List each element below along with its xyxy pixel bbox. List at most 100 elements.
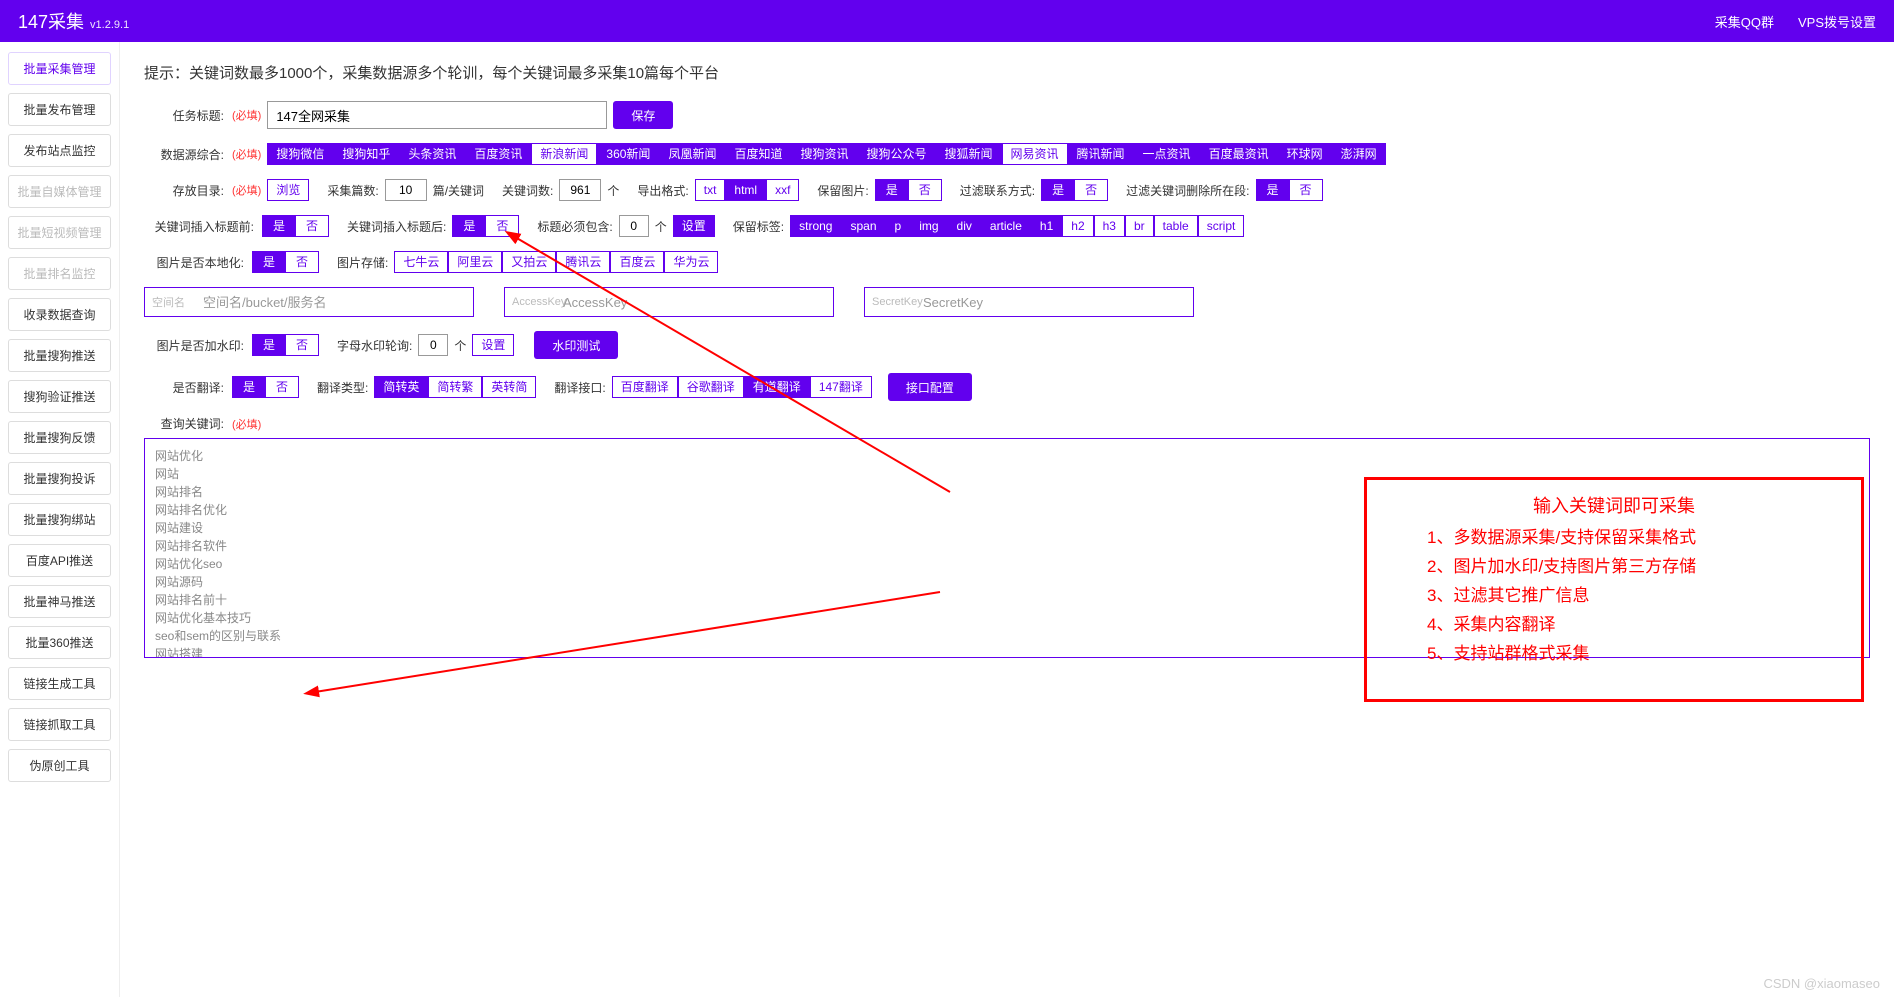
source-tag-腾讯新闻[interactable]: 腾讯新闻 <box>1068 143 1134 165</box>
source-tag-百度知道[interactable]: 百度知道 <box>725 143 791 165</box>
sidebar-item-7[interactable]: 批量搜狗推送 <box>8 339 111 372</box>
source-tag-头条资讯[interactable]: 头条资讯 <box>399 143 465 165</box>
save-button[interactable]: 保存 <box>613 101 673 129</box>
storage-tag-阿里云[interactable]: 阿里云 <box>448 251 502 273</box>
source-tag-搜狗知乎[interactable]: 搜狗知乎 <box>333 143 399 165</box>
source-tag-搜狗公众号[interactable]: 搜狗公众号 <box>857 143 935 165</box>
storage-tag-华为云[interactable]: 华为云 <box>664 251 718 273</box>
source-tag-凤凰新闻[interactable]: 凤凰新闻 <box>659 143 725 165</box>
main-panel: 提示：关键词数最多1000个，采集数据源多个轮训，每个关键词最多采集10篇每个平… <box>120 42 1894 997</box>
sidebar-item-0[interactable]: 批量采集管理 <box>8 52 111 85</box>
row-data-sources: 数据源综合: (必填) 搜狗微信搜狗知乎头条资讯百度资讯新浪新闻360新闻凤凰新… <box>144 143 1870 165</box>
translate-type-英转简[interactable]: 英转简 <box>482 376 536 398</box>
sidebar-item-15[interactable]: 链接生成工具 <box>8 667 111 700</box>
bucket-input[interactable] <box>144 287 474 317</box>
source-tag-环球网[interactable]: 环球网 <box>1278 143 1332 165</box>
sidebar-item-8[interactable]: 搜狗验证推送 <box>8 380 111 413</box>
app-title: 147采集 <box>18 8 84 34</box>
img-local-是[interactable]: 是 <box>252 251 285 273</box>
kw-after-是[interactable]: 是 <box>452 215 485 237</box>
sidebar-item-16[interactable]: 链接抓取工具 <box>8 708 111 741</box>
filter-kw-para-否[interactable]: 否 <box>1289 179 1323 201</box>
source-tag-百度最资讯[interactable]: 百度最资讯 <box>1200 143 1278 165</box>
keyword-count-input[interactable] <box>559 179 601 201</box>
app-version: v1.2.9.1 <box>90 19 129 31</box>
sidebar-item-1[interactable]: 批量发布管理 <box>8 93 111 126</box>
translate-api-147翻译[interactable]: 147翻译 <box>810 376 872 398</box>
translate-是[interactable]: 是 <box>232 376 265 398</box>
link-qq-group[interactable]: 采集QQ群 <box>1715 12 1774 31</box>
keep-tag-p[interactable]: p <box>886 215 911 237</box>
watermark-alpha-set[interactable]: 设置 <box>472 334 514 356</box>
sidebar-item-5: 批量排名监控 <box>8 257 111 290</box>
translate-api-config-button[interactable]: 接口配置 <box>888 373 972 401</box>
filter-kw-para-是[interactable]: 是 <box>1256 179 1289 201</box>
keep-tag-h2[interactable]: h2 <box>1062 215 1093 237</box>
watermark-否[interactable]: 否 <box>285 334 319 356</box>
task-title-input[interactable] <box>267 101 607 129</box>
keep-tag-br[interactable]: br <box>1125 215 1154 237</box>
sidebar-item-10[interactable]: 批量搜狗投诉 <box>8 462 111 495</box>
source-tag-一点资讯[interactable]: 一点资讯 <box>1134 143 1200 165</box>
translate-type-简转英[interactable]: 简转英 <box>374 376 428 398</box>
filter-contact-是[interactable]: 是 <box>1041 179 1074 201</box>
keep-image-否[interactable]: 否 <box>908 179 942 201</box>
keep-tag-table[interactable]: table <box>1154 215 1198 237</box>
filter-contact-否[interactable]: 否 <box>1074 179 1108 201</box>
must-contain-input[interactable] <box>619 215 649 237</box>
format-tag-txt[interactable]: txt <box>695 179 726 201</box>
kw-before-否[interactable]: 否 <box>295 215 329 237</box>
source-tag-搜狐新闻[interactable]: 搜狐新闻 <box>936 143 1002 165</box>
source-tag-网易资讯[interactable]: 网易资讯 <box>1002 143 1068 165</box>
sidebar-item-2[interactable]: 发布站点监控 <box>8 134 111 167</box>
sidebar-item-9[interactable]: 批量搜狗反馈 <box>8 421 111 454</box>
link-vps-settings[interactable]: VPS拨号设置 <box>1798 12 1876 31</box>
storage-tag-七牛云[interactable]: 七牛云 <box>394 251 448 273</box>
sidebar-item-13[interactable]: 批量神马推送 <box>8 585 111 618</box>
page-watermark: CSDN @xiaomaseo <box>1763 976 1880 991</box>
sidebar-item-14[interactable]: 批量360推送 <box>8 626 111 659</box>
format-tag-xxf[interactable]: xxf <box>766 179 799 201</box>
keep-tag-img[interactable]: img <box>910 215 947 237</box>
translate-api-有道翻译[interactable]: 有道翻译 <box>744 376 810 398</box>
keep-tag-script[interactable]: script <box>1198 215 1245 237</box>
translate-api-谷歌翻译[interactable]: 谷歌翻译 <box>678 376 744 398</box>
must-contain-set-button[interactable]: 设置 <box>673 215 715 237</box>
source-tag-搜狗微信[interactable]: 搜狗微信 <box>267 143 333 165</box>
keep-tag-h3[interactable]: h3 <box>1094 215 1125 237</box>
source-tag-百度资讯[interactable]: 百度资讯 <box>465 143 531 165</box>
sidebar-item-11[interactable]: 批量搜狗绑站 <box>8 503 111 536</box>
keep-tag-span[interactable]: span <box>841 215 885 237</box>
source-tag-澎湃网[interactable]: 澎湃网 <box>1332 143 1386 165</box>
source-tag-360新闻[interactable]: 360新闻 <box>597 143 659 165</box>
img-local-否[interactable]: 否 <box>285 251 319 273</box>
translate-type-简转繁[interactable]: 简转繁 <box>428 376 482 398</box>
keep-tag-div[interactable]: div <box>948 215 981 237</box>
watermark-alpha-input[interactable] <box>418 334 448 356</box>
collect-count-input[interactable] <box>385 179 427 201</box>
row-keyword-insert: 关键词插入标题前: 是否 关键词插入标题后: 是否 标题必须包含: 个 设置 保… <box>144 215 1870 237</box>
storage-tag-又拍云[interactable]: 又拍云 <box>502 251 556 273</box>
watermark-test-button[interactable]: 水印测试 <box>534 331 618 359</box>
kw-after-否[interactable]: 否 <box>485 215 519 237</box>
sidebar-item-12[interactable]: 百度API推送 <box>8 544 111 577</box>
translate-api-百度翻译[interactable]: 百度翻译 <box>612 376 678 398</box>
sidebar-item-6[interactable]: 收录数据查询 <box>8 298 111 331</box>
format-tag-html[interactable]: html <box>725 179 766 201</box>
translate-否[interactable]: 否 <box>265 376 299 398</box>
source-tag-搜狗资讯[interactable]: 搜狗资讯 <box>791 143 857 165</box>
top-header: 147采集 v1.2.9.1 采集QQ群 VPS拨号设置 <box>0 0 1894 42</box>
keep-image-是[interactable]: 是 <box>875 179 908 201</box>
keep-tag-strong[interactable]: strong <box>790 215 841 237</box>
browse-button[interactable]: 浏览 <box>267 179 309 201</box>
storage-tag-百度云[interactable]: 百度云 <box>610 251 664 273</box>
keep-tag-article[interactable]: article <box>981 215 1031 237</box>
row-task-title: 任务标题: (必填) 保存 <box>144 101 1870 129</box>
keep-tag-h1[interactable]: h1 <box>1031 215 1062 237</box>
storage-tag-腾讯云[interactable]: 腾讯云 <box>556 251 610 273</box>
source-tag-新浪新闻[interactable]: 新浪新闻 <box>531 143 597 165</box>
keywords-textarea[interactable] <box>144 438 1870 658</box>
sidebar-item-17[interactable]: 伪原创工具 <box>8 749 111 782</box>
kw-before-是[interactable]: 是 <box>262 215 295 237</box>
watermark-是[interactable]: 是 <box>252 334 285 356</box>
